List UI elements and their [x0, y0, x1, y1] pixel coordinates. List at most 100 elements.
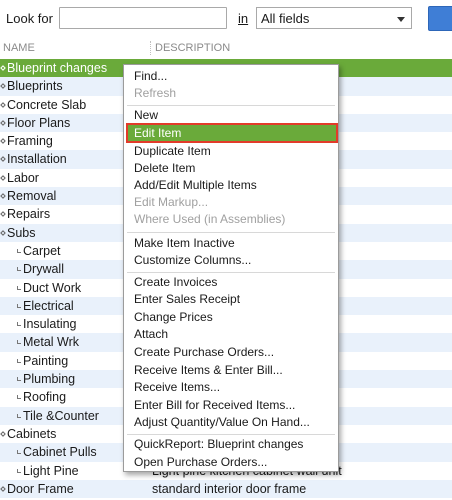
item-name-text: Drywall [23, 262, 64, 277]
column-description-header[interactable]: DESCRIPTION [155, 42, 230, 54]
item-name: Metal Wrk [17, 335, 79, 349]
menu-item-find[interactable]: Find... [134, 68, 167, 85]
item-name-text: Repairs [7, 207, 51, 222]
menu-item-duplicate-item[interactable]: Duplicate Item [134, 143, 211, 160]
item-name: Installation [0, 152, 67, 167]
menu-item-open-purchase-orders[interactable]: Open Purchase Orders... [134, 454, 267, 471]
item-icon [0, 83, 6, 90]
menu-item-edit-item[interactable]: Edit Item [134, 125, 181, 142]
menu-item-refresh: Refresh [134, 86, 177, 100]
item-name-text: Plumbing [23, 372, 76, 387]
menu-item-add-edit-multiple[interactable]: Add/Edit Multiple Items [134, 177, 257, 194]
context-menu: Find... Refresh New Edit Item Duplicate … [123, 64, 339, 472]
item-name-text: Cabinet Pulls [23, 445, 97, 460]
subitem-icon [17, 395, 21, 400]
item-icon [0, 120, 6, 126]
item-name: Blueprint changes [0, 61, 107, 75]
in-label: in [238, 11, 249, 26]
subitem-icon [17, 267, 21, 272]
item-name-text: Blueprints [7, 79, 63, 94]
subitem-icon [17, 377, 21, 382]
item-name-text: Subs [7, 225, 36, 240]
menu-item-receive-items-enter-bill[interactable]: Receive Items & Enter Bill... [134, 362, 283, 379]
item-name-text: Concrete Slab [7, 97, 87, 112]
search-field-value: All fields [261, 11, 310, 26]
item-name: Floor Plans [0, 115, 71, 130]
item-name-text: Electrical [23, 298, 74, 313]
item-name: Insulating [17, 317, 77, 331]
item-name-text: Metal Wrk [23, 335, 80, 350]
item-icon [0, 431, 6, 437]
item-name-text: Carpet [23, 243, 61, 258]
subitem-icon [17, 303, 21, 308]
item-name: Cabinets [0, 426, 57, 441]
item-name-text: Framing [7, 134, 53, 149]
menu-item-create-purchase-orders[interactable]: Create Purchase Orders... [134, 344, 274, 361]
item-name: Carpet [17, 244, 61, 258]
item-name: Plumbing [17, 372, 75, 386]
menu-item-enter-bill-received[interactable]: Enter Bill for Received Items... [134, 397, 295, 414]
item-name: Blueprints [0, 79, 63, 94]
item-icon [0, 485, 6, 492]
item-name-text: Duct Work [23, 280, 82, 295]
menu-item-adjust-quantity[interactable]: Adjust Quantity/Value On Hand... [134, 414, 310, 431]
item-description: standard interior door frame [152, 481, 307, 496]
column-separator [150, 41, 151, 55]
subitem-icon [17, 413, 21, 418]
look-for-input[interactable] [59, 7, 227, 29]
search-field-select[interactable]: All fields [256, 7, 412, 29]
subitem-icon [17, 322, 21, 327]
item-name-text: Door Frame [7, 481, 74, 496]
menu-item-receive-items[interactable]: Receive Items... [134, 379, 220, 396]
item-name-text: Cabinets [7, 426, 57, 441]
search-button[interactable] [428, 6, 452, 31]
item-icon [0, 65, 6, 71]
item-name-text: Installation [7, 152, 67, 167]
item-name: Labor [0, 170, 39, 185]
menu-separator [127, 232, 335, 233]
item-icon [0, 138, 6, 145]
column-header: NAME DESCRIPTION [0, 38, 452, 59]
item-name: Painting [17, 354, 68, 368]
item-name: Cabinet Pulls [17, 445, 97, 459]
item-name-text: Labor [7, 170, 39, 185]
menu-item-delete-item[interactable]: Delete Item [134, 160, 195, 177]
item-name: Duct Work [17, 281, 81, 295]
column-name-header[interactable]: NAME [3, 42, 35, 54]
item-name-text: Roofing [23, 390, 67, 405]
menu-item-quickreport[interactable]: QuickReport: Blueprint changes [134, 436, 303, 453]
menu-item-where-used: Where Used (in Assemblies) [134, 212, 286, 226]
menu-separator [127, 434, 335, 435]
item-name-text: Painting [23, 353, 69, 368]
item-name: Subs [0, 225, 36, 240]
menu-item-customize-columns[interactable]: Customize Columns... [134, 252, 251, 269]
item-name: Concrete Slab [0, 97, 87, 112]
subitem-icon [17, 358, 21, 363]
menu-item-new[interactable]: New [134, 107, 158, 124]
menu-item-create-invoices[interactable]: Create Invoices [134, 274, 217, 291]
search-bar: Look for in All fields [0, 0, 452, 38]
item-name: Drywall [17, 262, 64, 276]
look-for-label: Look for [6, 11, 53, 26]
item-name-text: Floor Plans [7, 115, 71, 130]
chevron-down-icon [397, 17, 405, 22]
menu-item-enter-sales-receipt[interactable]: Enter Sales Receipt [134, 291, 240, 308]
item-icon [0, 193, 6, 199]
menu-item-edit-item-highlight[interactable]: Edit Item [126, 123, 338, 143]
item-icon [0, 101, 6, 108]
menu-item-change-prices[interactable]: Change Prices [134, 309, 213, 326]
menu-item-attach[interactable]: Attach [134, 326, 168, 343]
item-icon [0, 211, 6, 218]
item-name: Electrical [17, 299, 74, 313]
menu-item-make-inactive[interactable]: Make Item Inactive [134, 235, 235, 252]
item-icon [0, 229, 6, 236]
list-item[interactable]: Door Frame standard interior door frame [0, 479, 452, 499]
subitem-icon [17, 248, 21, 253]
item-name-text: Insulating [23, 317, 77, 332]
item-name: Light Pine [17, 464, 79, 478]
item-name-text: Removal [7, 189, 57, 204]
menu-separator [127, 105, 335, 106]
item-icon [0, 174, 6, 181]
item-name: Repairs [0, 207, 51, 222]
menu-separator [127, 272, 335, 273]
